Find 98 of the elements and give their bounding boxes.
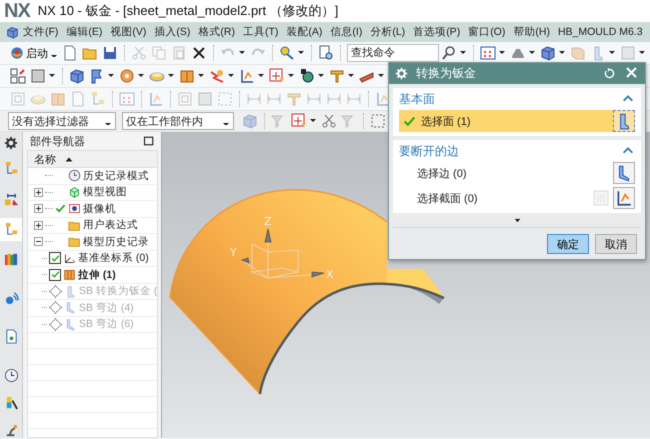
- menu-item[interactable]: 视图(V): [106, 25, 150, 39]
- menu-item[interactable]: 文件(F): [19, 25, 62, 39]
- clock-icon: [68, 169, 81, 182]
- expander-button[interactable]: [34, 237, 43, 246]
- menu-item[interactable]: 格式(R): [194, 25, 239, 39]
- page-icon[interactable]: [62, 45, 78, 61]
- menu-item[interactable]: 首选项(P): [409, 25, 464, 39]
- sheet-edge-drawing[interactable]: [387, 269, 445, 304]
- selection-row[interactable]: 选择面 (1): [399, 110, 635, 132]
- signal-icon: [4, 290, 18, 306]
- axis-label: Y: [230, 246, 238, 259]
- menu-item[interactable]: 窗口(O): [464, 25, 510, 39]
- axis-label: X: [326, 268, 334, 281]
- plus-icon: [35, 205, 42, 212]
- check-icon: [403, 114, 416, 128]
- expander-button[interactable]: [34, 188, 43, 197]
- tree-item-label[interactable]: 模型历史记录: [83, 234, 149, 249]
- dialog-title: 转换为钣金: [416, 65, 477, 82]
- dialog-button[interactable]: 取消: [595, 234, 637, 254]
- selection-label: 选择截面 (0): [417, 192, 478, 206]
- crosshair-icon[interactable]: [269, 68, 285, 84]
- tree-item-label[interactable]: 基准坐标系 (0): [78, 251, 149, 266]
- selection-button[interactable]: [613, 187, 635, 209]
- app-logo: NX: [4, 0, 30, 22]
- menu-item[interactable]: 编辑(E): [62, 25, 106, 39]
- selection-label: 选择边 (0): [417, 166, 468, 180]
- checkbox[interactable]: [49, 268, 61, 281]
- nodes-icon[interactable]: [90, 91, 106, 107]
- camera-icon: [68, 202, 81, 216]
- expander-button[interactable]: [34, 204, 43, 214]
- book-icon[interactable]: [179, 68, 195, 84]
- document-icon: [4, 329, 18, 344]
- search-icon[interactable]: [441, 45, 457, 61]
- dialog-button[interactable]: 确定: [547, 234, 589, 254]
- cube-icon[interactable]: [69, 68, 85, 84]
- reset-icon[interactable]: [603, 67, 616, 80]
- block-icon: [63, 268, 76, 282]
- triad-drawing[interactable]: [241, 228, 325, 278]
- axes-icon[interactable]: [239, 68, 255, 84]
- link-icon: [4, 192, 18, 207]
- search-field[interactable]: 查找命令: [347, 44, 439, 62]
- selection-button[interactable]: [613, 162, 635, 184]
- settings-icon: [4, 136, 18, 150]
- sphere-icon[interactable]: [119, 68, 135, 84]
- tree-item-label[interactable]: 拉伸 (1): [78, 268, 116, 282]
- scope-dropdown[interactable]: 仅在工作部件内: [122, 112, 234, 130]
- maximize-icon[interactable]: [143, 135, 156, 147]
- cube-icon[interactable]: [540, 45, 556, 61]
- plus-icon: [35, 222, 42, 229]
- section-title: 要断开的边: [399, 142, 459, 160]
- tree-item-label[interactable]: 用户表达式: [83, 218, 138, 232]
- axes-icon: [63, 252, 76, 265]
- panel-title: 部件导航器: [30, 134, 85, 148]
- nodes-icon: [4, 160, 18, 176]
- selection-row[interactable]: 选择截面 (0): [399, 187, 635, 209]
- tree-item-label[interactable]: 摄像机: [83, 202, 116, 216]
- start-button[interactable]: 启动: [8, 46, 60, 60]
- cut-icon[interactable]: [321, 113, 337, 129]
- tree-item-label[interactable]: 模型视图: [83, 185, 127, 200]
- start-icon: [10, 46, 24, 60]
- checkbox[interactable]: [49, 252, 61, 264]
- flange-icon: [64, 318, 77, 331]
- filter-dropdown[interactable]: 没有选择过滤器: [8, 112, 116, 130]
- section-title: 基本面: [399, 90, 435, 108]
- tree-item-label[interactable]: 历史记录模式: [83, 168, 149, 183]
- save-icon[interactable]: [102, 45, 118, 61]
- wire-cube-icon: [68, 186, 81, 199]
- selection-button[interactable]: [613, 110, 635, 132]
- window-title: NX 10 - 钣金 - [sheet_metal_model2.prt （修改的）]: [38, 2, 338, 20]
- clock-icon: [4, 368, 18, 384]
- menu-item[interactable]: 装配(A): [282, 25, 326, 39]
- nodes-icon: [4, 222, 18, 237]
- page-magnifier-icon[interactable]: [318, 45, 334, 61]
- selection-row[interactable]: 选择边 (0): [399, 162, 635, 184]
- crosshair-icon[interactable]: [291, 113, 307, 129]
- expander-button[interactable]: [34, 220, 43, 230]
- menu-item[interactable]: 帮助(H): [509, 25, 554, 39]
- axis-label: Z: [264, 215, 272, 228]
- settings-icon: [395, 67, 408, 80]
- selection-label: 选择面 (1): [421, 114, 472, 128]
- menu-item[interactable]: 分析(L): [366, 25, 410, 39]
- dashed-square-icon[interactable]: [370, 113, 386, 129]
- books-icon: [4, 252, 18, 267]
- layout-icon[interactable]: [10, 68, 26, 84]
- gear-icon[interactable]: [299, 68, 315, 84]
- menu-item[interactable]: 插入(S): [150, 25, 194, 39]
- cube-icon: [6, 26, 19, 38]
- delete-icon[interactable]: [191, 45, 207, 61]
- grid-icon[interactable]: [480, 45, 496, 61]
- folder-icon: [68, 235, 81, 248]
- flange-icon: [64, 301, 77, 314]
- plus-icon: [35, 188, 42, 196]
- axes-icon: [615, 189, 633, 207]
- menu-item[interactable]: HB_MOULD M6.3: [554, 26, 647, 38]
- column-header[interactable]: 名称: [34, 152, 56, 166]
- menu-item[interactable]: 工具(T): [239, 25, 282, 39]
- square-icon[interactable]: [30, 68, 46, 84]
- menu-item[interactable]: 信息(I): [326, 25, 366, 39]
